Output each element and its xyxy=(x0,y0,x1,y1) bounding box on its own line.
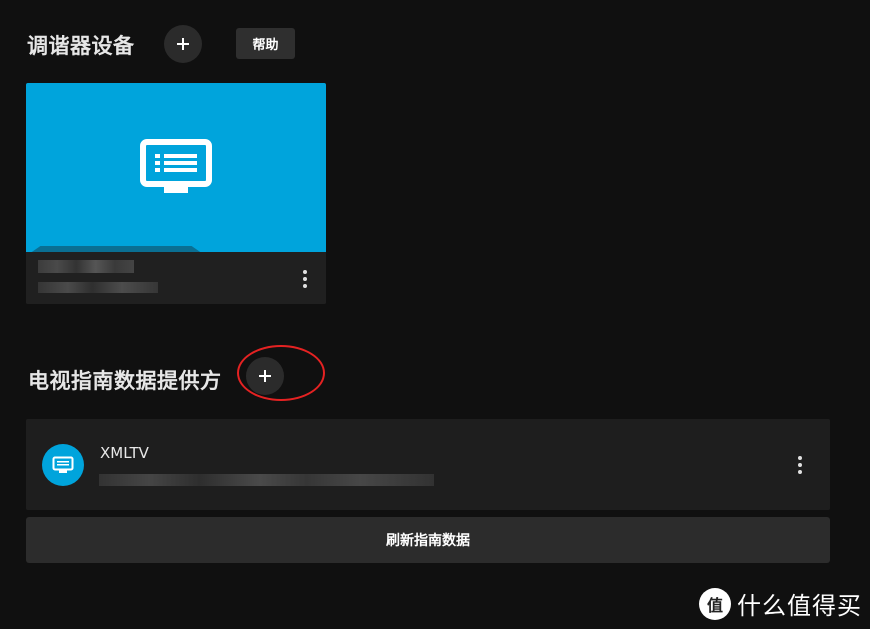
tuner-card-menu-button[interactable] xyxy=(303,270,307,291)
guide-providers-title: 电视指南数据提供方 xyxy=(28,369,222,393)
blurred-device-address xyxy=(38,282,158,293)
tv-guide-icon xyxy=(52,456,74,473)
tuner-devices-title: 调谐器设备 xyxy=(27,34,135,58)
watermark-text: 什么值得买 xyxy=(737,592,862,620)
provider-menu-button[interactable] xyxy=(798,456,802,477)
help-button[interactable]: 帮助 xyxy=(236,28,295,59)
tuner-device-card[interactable] xyxy=(26,83,326,304)
guide-provider-row[interactable]: XMLTV xyxy=(26,419,830,510)
watermark-logo: 值 xyxy=(699,587,731,620)
blurred-provider-path xyxy=(99,474,434,486)
red-annotation-circle xyxy=(237,345,325,401)
watermark: 值 什么值得买 xyxy=(699,586,862,621)
provider-icon-badge xyxy=(42,444,84,486)
blurred-device-name xyxy=(38,260,134,273)
refresh-guide-data-button[interactable]: 刷新指南数据 xyxy=(26,517,830,563)
add-tuner-button[interactable] xyxy=(164,25,202,63)
tuner-card-footer xyxy=(26,252,326,304)
tv-guide-icon xyxy=(140,138,212,193)
provider-name: XMLTV xyxy=(100,444,149,462)
tuner-card-image[interactable] xyxy=(26,83,326,252)
plus-icon xyxy=(177,38,189,50)
